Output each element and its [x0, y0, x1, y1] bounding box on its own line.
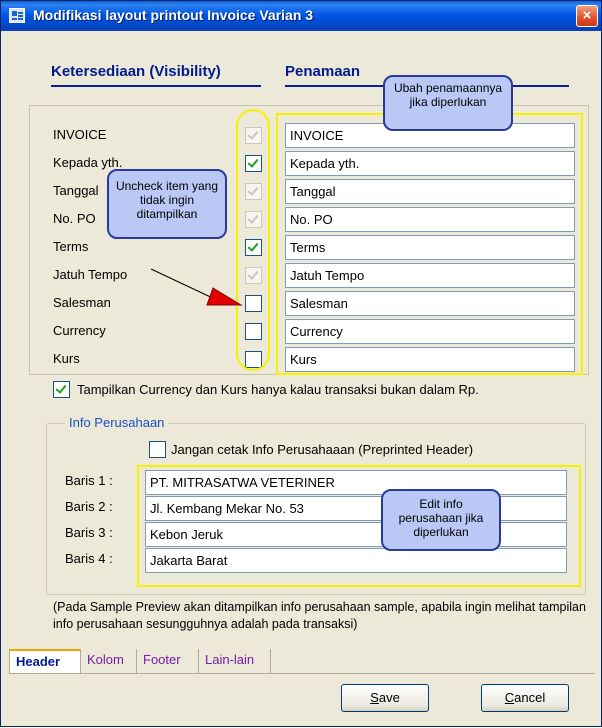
baris-label: Baris 1 :	[65, 473, 113, 488]
field-label: Tanggal	[53, 183, 99, 198]
no-print-label: Jangan cetak Info Perusahaaan (Preprinte…	[171, 442, 474, 457]
rename-callout: Ubah penamaannya jika diperlukan	[383, 75, 513, 131]
dialog-window: Modifikasi layout printout Invoice Varia…	[0, 0, 602, 727]
cancel-button[interactable]: Cancel	[481, 684, 569, 712]
info-perusahaan-legend: Info Perusahaan	[65, 415, 169, 430]
no-print-checkbox[interactable]	[149, 441, 166, 458]
window-title: Modifikasi layout printout Invoice Varia…	[33, 7, 314, 23]
currency-option-label: Tampilkan Currency dan Kurs hanya kalau …	[77, 382, 479, 397]
naming-header: Penamaan	[285, 63, 361, 80]
tab-lain-lain[interactable]: Lain-lain	[199, 649, 271, 673]
save-label: ave	[378, 690, 400, 705]
field-label: No. PO	[53, 211, 96, 226]
naming-highlight	[276, 113, 583, 375]
baris-label: Baris 4 :	[65, 551, 113, 566]
save-button[interactable]: Save	[341, 684, 429, 712]
field-label: INVOICE	[53, 127, 107, 142]
field-label: Kurs	[53, 351, 80, 366]
window-icon	[9, 8, 25, 23]
tab-header[interactable]: Header	[9, 649, 81, 673]
title-bar[interactable]: Modifikasi layout printout Invoice Varia…	[1, 1, 601, 31]
checkbox-highlight	[236, 109, 270, 371]
field-label: Currency	[53, 323, 106, 338]
tab-footer[interactable]: Footer	[137, 649, 199, 673]
check-icon	[55, 382, 67, 394]
visibility-header: Ketersediaan (Visibility)	[51, 63, 221, 80]
field-label: Jatuh Tempo	[53, 267, 128, 282]
tab-baseline	[9, 673, 595, 674]
currency-checkbox[interactable]	[53, 381, 70, 398]
sample-preview-note: (Pada Sample Preview akan ditampilkan in…	[53, 600, 586, 631]
save-accel: S	[370, 690, 379, 705]
close-button[interactable]: ×	[576, 5, 598, 27]
baris-label: Baris 2 :	[65, 499, 113, 514]
baris-label: Baris 3 :	[65, 525, 113, 540]
field-label: Kepada yth.	[53, 155, 123, 170]
field-label: Salesman	[53, 295, 111, 310]
edit-info-callout: Edit info perusahaan jika diperlukan	[381, 489, 501, 551]
field-label: Terms	[53, 239, 89, 254]
tab-kolom[interactable]: Kolom	[81, 649, 137, 673]
uncheck-callout: Uncheck item yang tidak ingin ditampilka…	[107, 169, 227, 239]
visibility-underline	[51, 85, 261, 87]
cancel-label: ancel	[514, 690, 546, 705]
info-highlight	[137, 465, 581, 587]
cancel-accel: C	[504, 690, 515, 705]
